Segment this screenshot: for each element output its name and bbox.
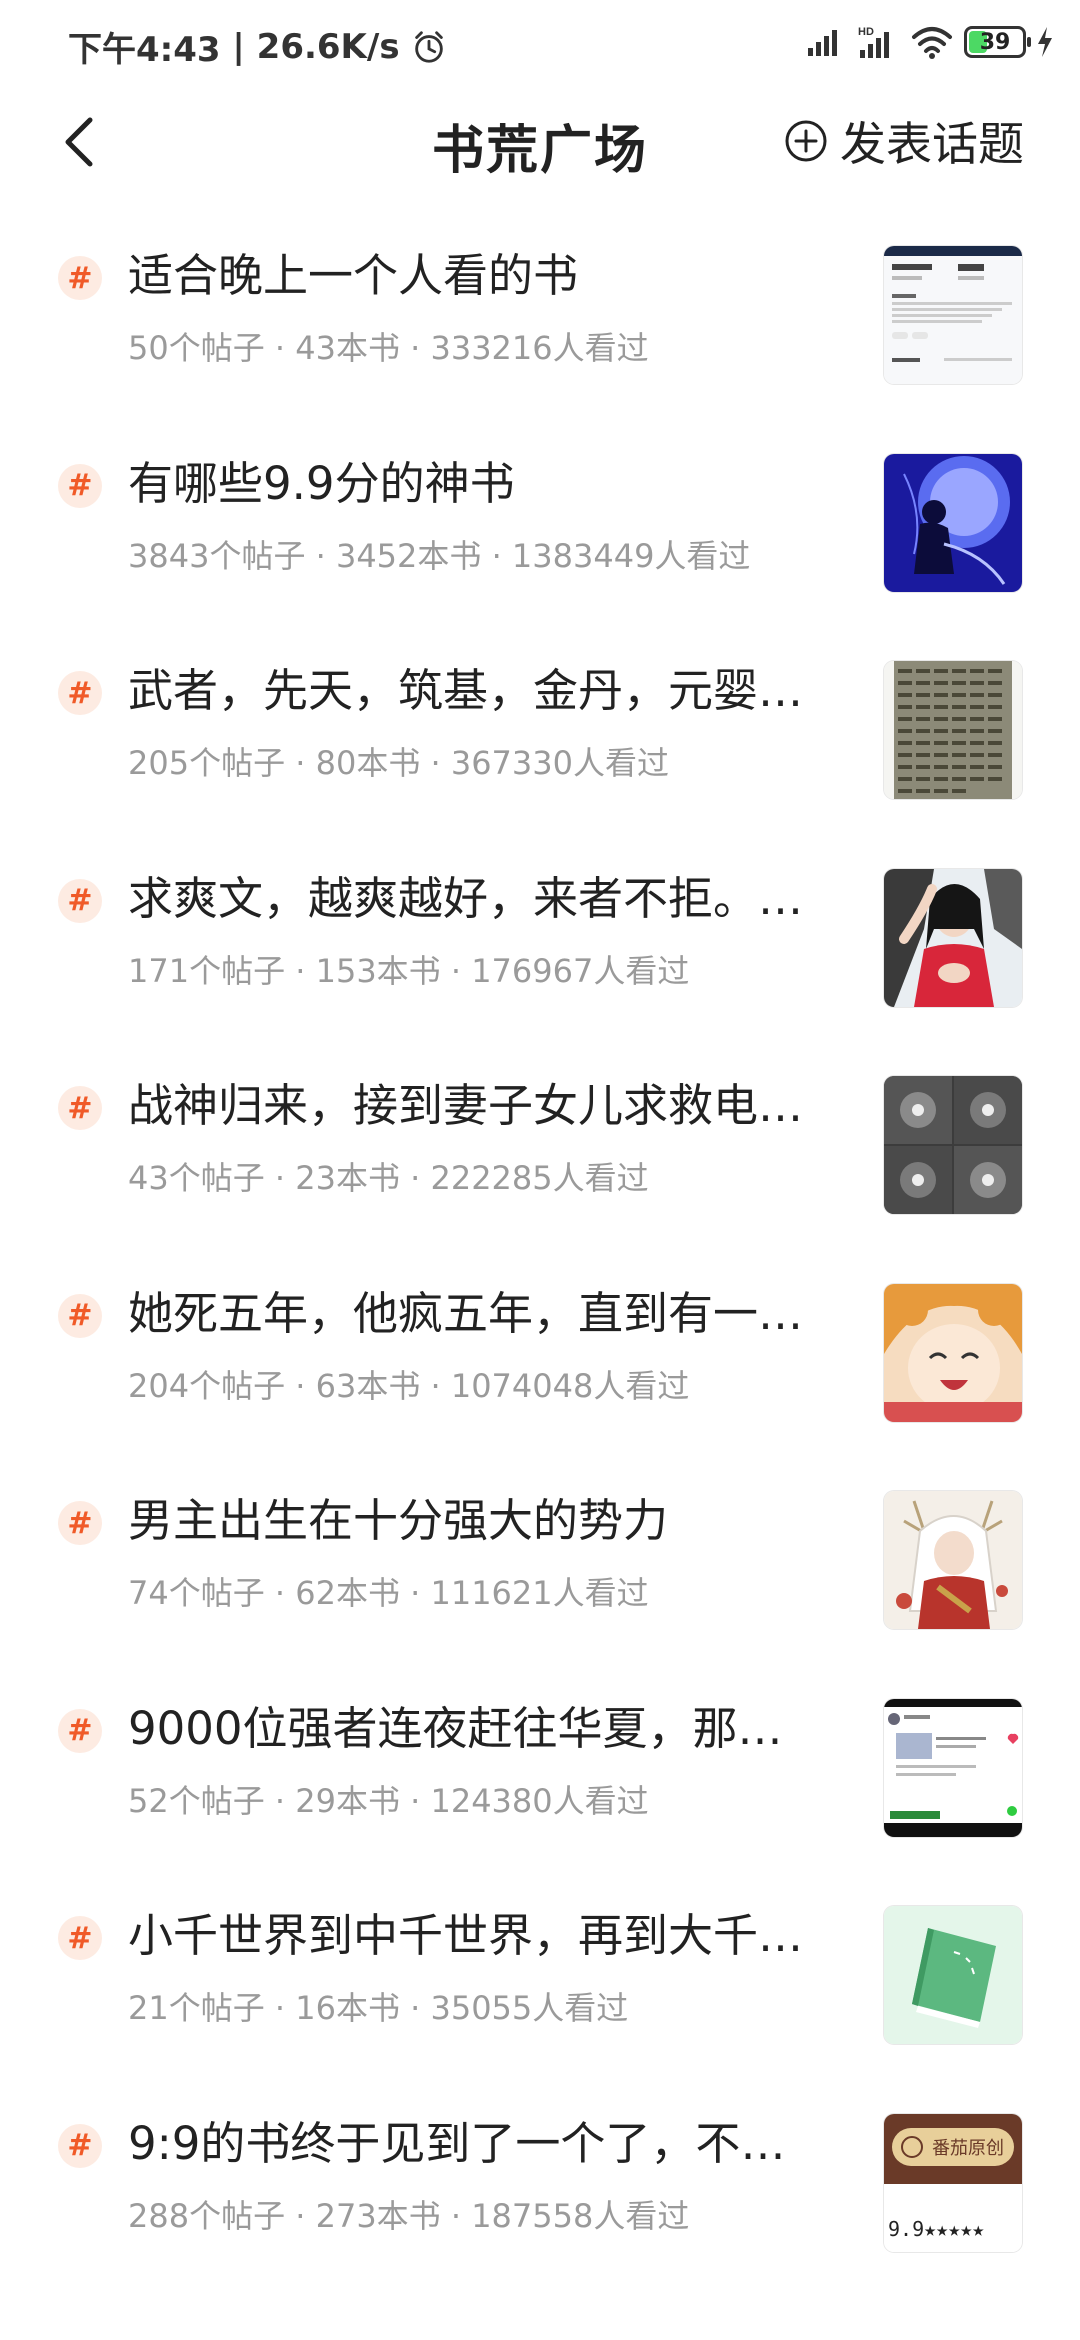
- topic-title: 男主出生在十分强大的势力: [128, 1494, 669, 1547]
- svg-text:HD: HD: [858, 26, 874, 38]
- topic-title: 求爽文，越爽越好，来者不拒。…: [128, 871, 804, 925]
- status-time: 下午4:43: [68, 30, 221, 70]
- topic-thumbnail[interactable]: [884, 246, 1022, 384]
- hashtag-icon: #: [58, 1916, 102, 1960]
- hashtag-icon: #: [58, 1086, 102, 1130]
- topic-meta: 171个帖子 · 153本书 · 176967人看过: [128, 951, 690, 990]
- topic-title: 武者，先天，筑基，金丹，元婴…: [128, 664, 804, 717]
- topic-meta: 205个帖子 · 80本书 · 367330人看过: [128, 744, 669, 782]
- topic-meta: 74个帖子 · 62本书 · 111621人看过: [128, 1574, 649, 1612]
- topic-meta: 288个帖子 · 273本书 · 187558人看过: [128, 2196, 690, 2235]
- cellular-signal-icon: [808, 30, 837, 56]
- alarm-icon: [414, 30, 443, 63]
- topic-meta: 3843个帖子 · 3452本书 · 1383449人看过: [128, 536, 751, 575]
- status-right: HD 39: [806, 24, 1054, 60]
- battery-level: 39: [979, 29, 1011, 55]
- hashtag-icon: #: [58, 671, 102, 715]
- thumbnail-white-hair-image: [884, 1491, 1022, 1629]
- hashtag-icon: #: [58, 1501, 102, 1545]
- topic-meta: 204个帖子 · 63本书 · 1074048人看过: [128, 1366, 690, 1405]
- topic-item[interactable]: # 她死五年，他疯五年，直到有一… 204个帖子 · 63本书 · 107404…: [0, 1274, 1080, 1482]
- topic-thumbnail[interactable]: [884, 1076, 1022, 1214]
- thumbnail-screenshot-image: [884, 246, 1022, 384]
- topic-meta: 43个帖子 · 23本书 · 222285人看过: [128, 1159, 649, 1197]
- thumbnail-portrait-red-image: [884, 868, 1022, 1007]
- thumbnail-anime-girl-image: [884, 1283, 1022, 1422]
- post-topic-label: 发表话题: [840, 117, 1024, 171]
- post-topic-button[interactable]: 发表话题: [784, 108, 1024, 174]
- hashtag-icon: #: [58, 878, 102, 923]
- thumbnail-video-screenshot-image: [884, 1698, 1022, 1837]
- topic-thumbnail[interactable]: [884, 453, 1022, 592]
- topic-title: 她死五年，他疯五年，直到有一…: [128, 1286, 804, 1340]
- thumbnail-dark-grid-image: [884, 1076, 1022, 1214]
- header: 书荒广场 发表话题: [0, 90, 1080, 195]
- topic-title: 适合晚上一个人看的书: [128, 249, 579, 302]
- charging-icon: [1038, 27, 1052, 57]
- thumbnail-rating-card-image: 番茄原创 9.9★★★★★: [884, 2113, 1022, 2252]
- topic-thumbnail[interactable]: [884, 1491, 1022, 1629]
- topic-item[interactable]: # 适合晚上一个人看的书 50个帖子 · 43本书 · 333216人看过: [0, 236, 1080, 444]
- topic-thumbnail[interactable]: 番茄原创 9.9★★★★★: [884, 2113, 1022, 2252]
- topic-item[interactable]: # 9:9的书终于见到了一个了，不容… 288个帖子 · 273本书 · 187…: [0, 2104, 1080, 2312]
- network-speed: 26.6K/s: [256, 26, 400, 67]
- topic-item[interactable]: # 求爽文，越爽越好，来者不拒。… 171个帖子 · 153本书 · 17696…: [0, 859, 1080, 1067]
- topic-meta: 52个帖子 · 29本书 · 124380人看过: [128, 1781, 649, 1820]
- wifi-icon: [912, 27, 952, 59]
- topic-item[interactable]: # 战神归来，接到妻子女儿求救电… 43个帖子 · 23本书 · 222285人…: [0, 1066, 1080, 1274]
- battery-icon: 39: [964, 26, 1031, 58]
- topic-meta: 50个帖子 · 43本书 · 333216人看过: [128, 329, 649, 367]
- topic-thumbnail[interactable]: [884, 1283, 1022, 1422]
- topic-item[interactable]: # 9000位强者连夜赶往华夏，那个… 52个帖子 · 29本书 · 12438…: [0, 1689, 1080, 1897]
- thumbnail-blue-moon-image: [884, 453, 1022, 592]
- hashtag-icon: #: [58, 1293, 102, 1338]
- hashtag-icon: #: [58, 256, 102, 300]
- topic-title: 战神归来，接到妻子女儿求救电…: [128, 1079, 804, 1132]
- topic-thumbnail[interactable]: [884, 661, 1022, 799]
- topic-title: 有哪些9.9分的神书: [128, 456, 515, 510]
- topic-item[interactable]: # 小千世界到中千世界，再到大千… 21个帖子 · 16本书 · 35055人看…: [0, 1896, 1080, 2104]
- thumbnail-green-book-image: [884, 1906, 1022, 2044]
- topic-title: 小千世界到中千世界，再到大千…: [128, 1909, 804, 1962]
- hd-signal-icon: HD: [858, 26, 889, 58]
- rating-score-text: 9.9★★★★★: [888, 2217, 984, 2241]
- topic-title: 9000位强者连夜赶往华夏，那个…: [128, 1701, 818, 1755]
- topic-item[interactable]: # 武者，先天，筑基，金丹，元婴… 205个帖子 · 80本书 · 367330…: [0, 651, 1080, 859]
- topic-item[interactable]: # 有哪些9.9分的神书 3843个帖子 · 3452本书 · 1383449人…: [0, 444, 1080, 652]
- topic-list: # 适合晚上一个人看的书 50个帖子 · 43本书 · 333216人看过 # …: [0, 236, 1080, 2311]
- topic-thumbnail[interactable]: [884, 1906, 1022, 2044]
- topic-meta: 21个帖子 · 16本书 · 35055人看过: [128, 1989, 629, 2027]
- hashtag-icon: #: [58, 2123, 102, 2168]
- topic-item[interactable]: # 男主出生在十分强大的势力 74个帖子 · 62本书 · 111621人看过: [0, 1481, 1080, 1689]
- hashtag-icon: #: [58, 463, 102, 508]
- status-bar: 下午4:43 | 26.6K/s HD 39: [0, 0, 1080, 90]
- topic-title: 9:9的书终于见到了一个了，不容…: [128, 2116, 818, 2170]
- hashtag-icon: #: [58, 1708, 102, 1753]
- topic-thumbnail[interactable]: [884, 868, 1022, 1007]
- thumbnail-text-grid-image: [884, 661, 1022, 799]
- topic-thumbnail[interactable]: [884, 1698, 1022, 1837]
- add-circle-icon: [785, 120, 827, 162]
- status-separator: |: [220, 26, 257, 67]
- rating-brand-text: 番茄原创: [932, 2138, 1004, 2159]
- status-left: 下午4:43 | 26.6K/s: [68, 22, 448, 71]
